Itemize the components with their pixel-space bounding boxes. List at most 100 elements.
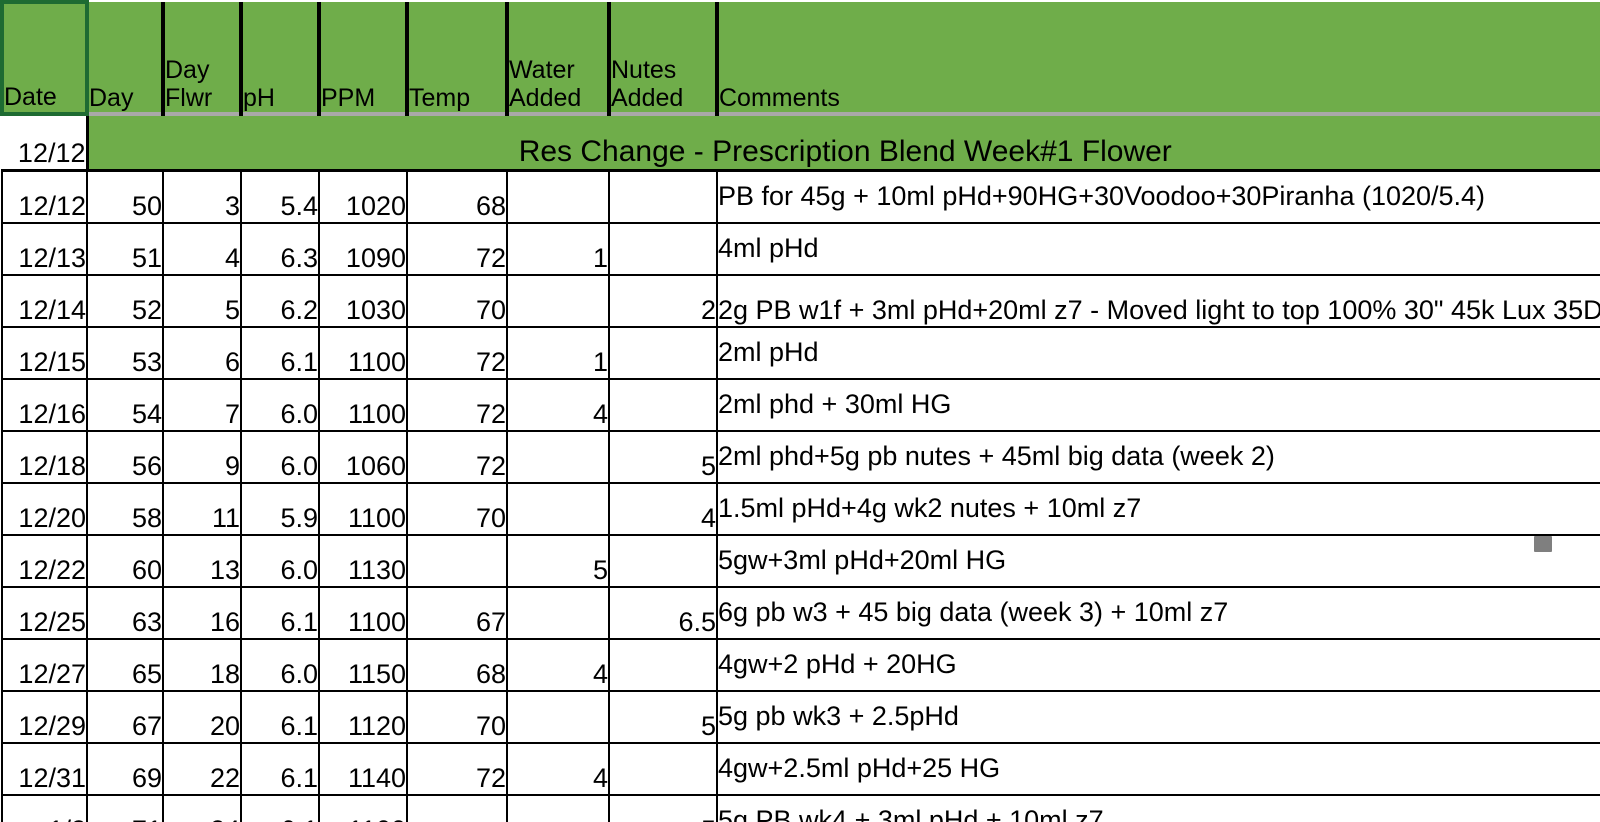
cell-day[interactable]: 54 — [86, 378, 164, 432]
column-header-comments[interactable]: Comments — [715, 2, 1600, 116]
cell-date[interactable]: 12/31 — [1, 742, 88, 796]
cell-nutes[interactable] — [608, 222, 718, 276]
cell-dayflwr[interactable]: 18 — [162, 638, 242, 692]
cell-day[interactable]: 53 — [86, 326, 164, 380]
cell-water[interactable]: 4 — [506, 742, 610, 796]
cell-day[interactable]: 63 — [86, 586, 164, 640]
cell-temp[interactable]: 68 — [406, 638, 508, 692]
cell-ph[interactable]: 6.1 — [240, 690, 320, 744]
cell-ppm[interactable]: 1100 — [318, 586, 408, 640]
cell-ph[interactable]: 5.4 — [240, 170, 320, 224]
column-header-temp[interactable]: Temp — [405, 2, 509, 116]
cell-nutes[interactable] — [608, 534, 718, 588]
cell-temp[interactable] — [406, 534, 508, 588]
cell-water[interactable] — [506, 482, 610, 536]
cell-date[interactable]: 12/20 — [1, 482, 88, 536]
cell-day[interactable]: 58 — [86, 482, 164, 536]
cell-water[interactable] — [506, 170, 610, 224]
cell-ph[interactable]: 6.3 — [240, 222, 320, 276]
cell-nutes[interactable]: 2 — [608, 274, 718, 328]
cell-nutes[interactable] — [608, 638, 718, 692]
cell-ph[interactable]: 5.9 — [240, 482, 320, 536]
cell-ph[interactable]: 6.2 — [240, 274, 320, 328]
cell-dayflwr[interactable]: 13 — [162, 534, 242, 588]
cell-ph[interactable]: 6.1 — [240, 586, 320, 640]
cell-ppm[interactable]: 1100 — [318, 482, 408, 536]
cell-nutes[interactable] — [608, 742, 718, 796]
cell-temp[interactable]: 67 — [406, 586, 508, 640]
cell-comments[interactable]: 4gw+2 pHd + 20HG — [716, 638, 1600, 692]
column-header-day-flwr[interactable]: Day Flwr — [161, 2, 243, 116]
column-header-ph[interactable]: pH — [239, 2, 321, 116]
cell-comments[interactable]: 2ml phd+5g pb nutes + 45ml big data (wee… — [716, 430, 1600, 484]
cell-nutes[interactable]: 4 — [608, 482, 718, 536]
cell-ppm[interactable]: 1090 — [318, 222, 408, 276]
cell-ph[interactable]: 6.0 — [240, 378, 320, 432]
cell-dayflwr[interactable]: 20 — [162, 690, 242, 744]
column-header-nutes-added[interactable]: Nutes Added — [607, 2, 719, 116]
cell-date[interactable]: 12/25 — [1, 586, 88, 640]
cell-comments[interactable]: 2ml phd + 30ml HG — [716, 378, 1600, 432]
column-header-date[interactable]: Date — [0, 0, 89, 116]
cell-ppm[interactable]: 1060 — [318, 430, 408, 484]
cell-comments[interactable]: 5g pb wk3 + 2.5pHd — [716, 690, 1600, 744]
cell-ppm[interactable]: 1130 — [318, 534, 408, 588]
cell-comments[interactable]: 2g PB w1f + 3ml pHd+20ml z7 - Moved ligh… — [716, 274, 1600, 328]
cell-temp[interactable]: 72 — [406, 326, 508, 380]
cell-date[interactable]: 12/13 — [1, 222, 88, 276]
cell-water[interactable]: 5 — [506, 534, 610, 588]
banner-merged-cell[interactable]: Res Change - Prescription Blend Week#1 F… — [87, 112, 1600, 172]
cell-ph[interactable]: 6.0 — [240, 430, 320, 484]
scroll-drag-artifact[interactable] — [1534, 536, 1552, 552]
cell-dayflwr[interactable]: 22 — [162, 742, 242, 796]
cell-dayflwr[interactable]: 24 — [162, 794, 242, 822]
banner-date-cell[interactable]: 12/12 — [2, 113, 89, 172]
cell-temp[interactable]: 72 — [406, 222, 508, 276]
cell-temp[interactable]: 68 — [406, 170, 508, 224]
cell-nutes[interactable] — [608, 326, 718, 380]
cell-day[interactable]: 67 — [86, 690, 164, 744]
cell-ppm[interactable]: 1100 — [318, 326, 408, 380]
cell-day[interactable]: 60 — [86, 534, 164, 588]
cell-dayflwr[interactable]: 16 — [162, 586, 242, 640]
cell-nutes[interactable] — [608, 170, 718, 224]
cell-nutes[interactable]: 5 — [608, 690, 718, 744]
cell-ppm[interactable]: 1140 — [318, 742, 408, 796]
cell-ph[interactable]: 6.1 — [240, 742, 320, 796]
column-header-water-added[interactable]: Water Added — [505, 2, 611, 116]
cell-day[interactable]: 56 — [86, 430, 164, 484]
cell-ppm[interactable]: 1100 — [318, 794, 408, 822]
cell-water[interactable] — [506, 274, 610, 328]
cell-day[interactable]: 71 — [86, 794, 164, 822]
cell-water[interactable]: 4 — [506, 378, 610, 432]
cell-comments[interactable]: 1.5ml pHd+4g wk2 nutes + 10ml z7 — [716, 482, 1600, 536]
cell-date[interactable]: 12/16 — [1, 378, 88, 432]
cell-ppm[interactable]: 1120 — [318, 690, 408, 744]
cell-date[interactable]: 1/2 — [1, 794, 88, 822]
cell-comments[interactable]: 4gw+2.5ml pHd+25 HG — [716, 742, 1600, 796]
cell-day[interactable]: 51 — [86, 222, 164, 276]
cell-ppm[interactable]: 1020 — [318, 170, 408, 224]
cell-dayflwr[interactable]: 5 — [162, 274, 242, 328]
cell-date[interactable]: 12/29 — [1, 690, 88, 744]
cell-ph[interactable]: 6.0 — [240, 638, 320, 692]
cell-water[interactable] — [506, 430, 610, 484]
cell-dayflwr[interactable]: 6 — [162, 326, 242, 380]
cell-dayflwr[interactable]: 3 — [162, 170, 242, 224]
cell-day[interactable]: 52 — [86, 274, 164, 328]
cell-water[interactable]: 4 — [506, 638, 610, 692]
cell-temp[interactable]: 72 — [406, 378, 508, 432]
cell-date[interactable]: 12/12 — [1, 170, 88, 224]
cell-nutes[interactable] — [608, 378, 718, 432]
cell-date[interactable]: 12/18 — [1, 430, 88, 484]
cell-day[interactable]: 50 — [86, 170, 164, 224]
cell-comments[interactable]: 5g PB wk4 + 3ml pHd + 10ml z7 — [716, 794, 1600, 822]
cell-dayflwr[interactable]: 11 — [162, 482, 242, 536]
cell-comments[interactable]: 6g pb w3 + 45 big data (week 3) + 10ml z… — [716, 586, 1600, 640]
cell-temp[interactable]: 72 — [406, 430, 508, 484]
cell-ppm[interactable]: 1150 — [318, 638, 408, 692]
cell-date[interactable]: 12/27 — [1, 638, 88, 692]
cell-date[interactable]: 12/15 — [1, 326, 88, 380]
cell-day[interactable]: 69 — [86, 742, 164, 796]
cell-comments[interactable]: 5gw+3ml pHd+20ml HG — [716, 534, 1600, 588]
